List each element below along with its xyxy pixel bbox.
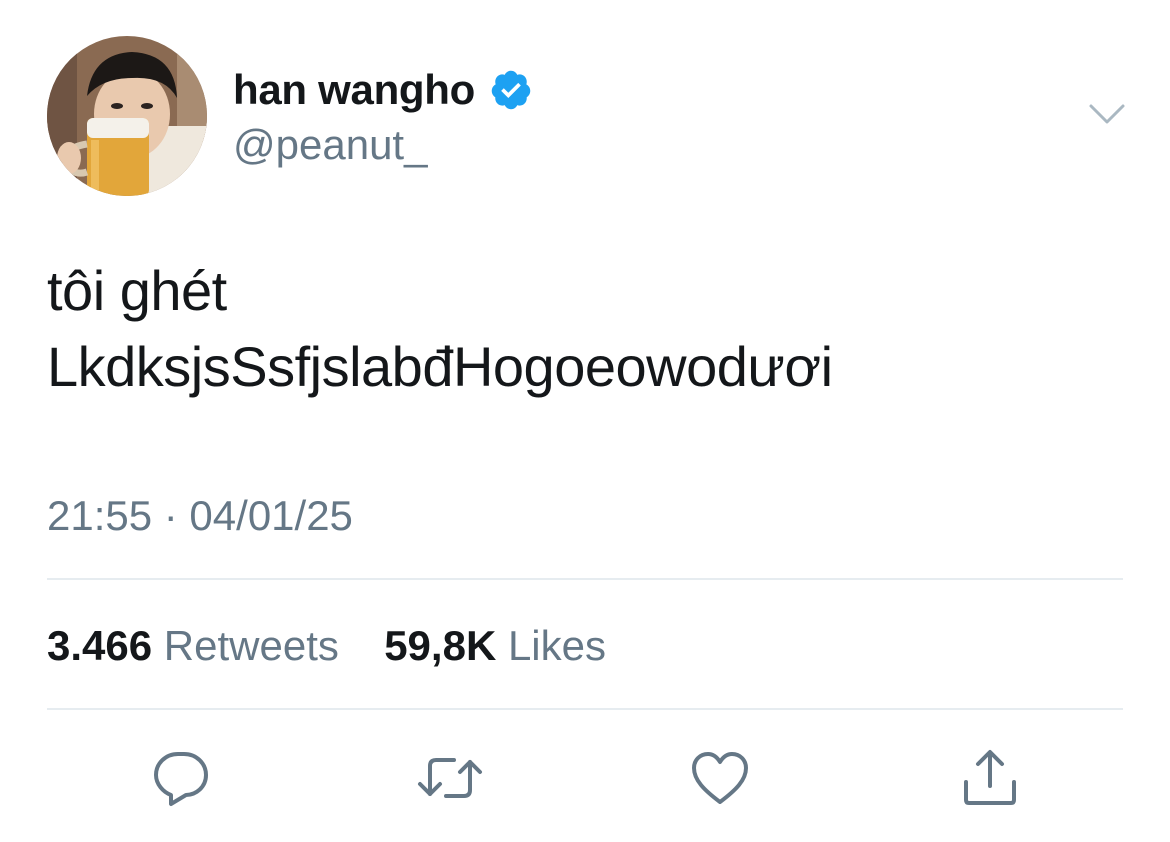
reply-button[interactable] xyxy=(141,740,221,820)
tweet-timestamp[interactable]: 21:55 · 04/01/25 xyxy=(47,490,353,542)
divider-top xyxy=(47,578,1123,580)
retweets-stat[interactable]: 3.466 Retweets xyxy=(47,622,351,669)
retweet-button[interactable] xyxy=(410,740,490,820)
avatar[interactable] xyxy=(47,36,207,196)
display-name-row: han wangho xyxy=(233,62,533,118)
tweet-text: tôi ghét LkdksjsSsfjslabđHogoeowodươi xyxy=(47,253,1127,405)
display-name[interactable]: han wangho xyxy=(233,62,475,118)
retweets-count: 3.466 xyxy=(47,622,153,669)
tweet-header: han wangho @peanut_ xyxy=(47,36,1127,196)
tweet-text-line-2: LkdksjsSsfjslabđHogoeowodươi xyxy=(47,335,833,398)
retweet-icon xyxy=(414,750,486,811)
tweet-stats: 3.466 Retweets 59,8K Likes xyxy=(47,620,606,672)
author-names: han wangho @peanut_ xyxy=(233,62,533,170)
reply-icon xyxy=(151,748,211,813)
verified-badge-icon xyxy=(489,68,533,112)
likes-label: Likes xyxy=(507,622,607,669)
likes-stat[interactable]: 59,8K Likes xyxy=(373,622,606,669)
retweets-label: Retweets xyxy=(163,622,339,669)
chevron-down-icon[interactable] xyxy=(1087,100,1127,128)
tweet-actions xyxy=(0,740,1170,820)
share-button[interactable] xyxy=(950,740,1030,820)
likes-count: 59,8K xyxy=(384,622,497,669)
divider-bottom xyxy=(47,708,1123,710)
tweet: han wangho @peanut_ tôi ghét LkdksjsSsfj… xyxy=(0,0,1170,842)
like-button[interactable] xyxy=(680,740,760,820)
author-handle[interactable]: @peanut_ xyxy=(233,120,533,170)
heart-icon xyxy=(690,750,750,811)
share-icon xyxy=(960,748,1020,813)
tweet-text-line-1: tôi ghét xyxy=(47,259,227,322)
